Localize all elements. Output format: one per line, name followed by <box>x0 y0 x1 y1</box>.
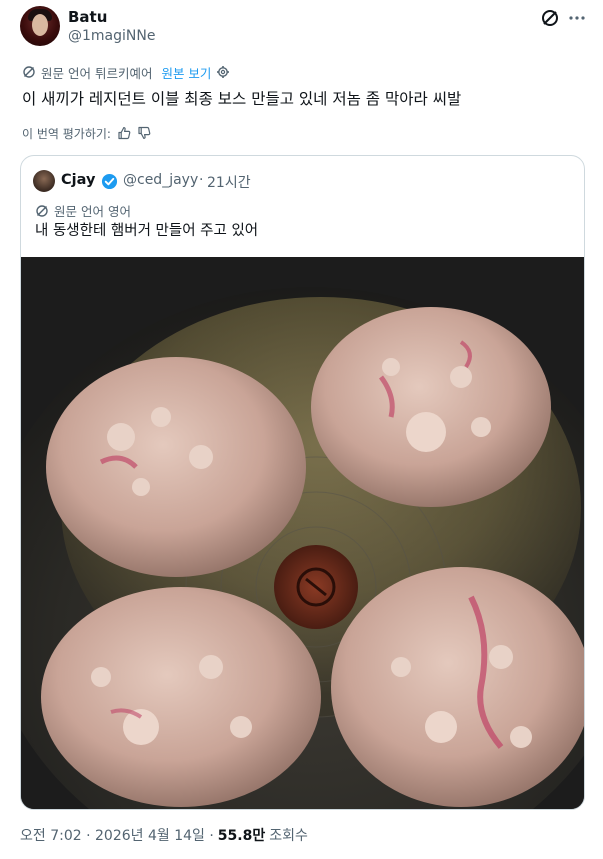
avatar[interactable] <box>20 6 60 46</box>
quote-timestamp[interactable]: 21시간 <box>207 172 251 192</box>
tweet-header: Batu @1magiNNe <box>20 6 585 50</box>
author-handle[interactable]: @1magiNNe <box>68 28 155 44</box>
settings-icon[interactable] <box>216 65 230 79</box>
quote-text: 내 동생한테 햄버거 만들어 주고 있어 <box>35 223 259 239</box>
quote-separator: · <box>199 172 204 188</box>
more-icon[interactable] <box>567 8 587 28</box>
view-count: 55.8만 <box>217 828 266 844</box>
quote-author-name[interactable]: Cjay <box>61 172 95 188</box>
quote-photo[interactable] <box>21 257 585 810</box>
translate-icon <box>23 66 35 78</box>
tweet-timestamp[interactable]: 오전 7:02 · 2026년 4월 14일 · <box>20 825 214 845</box>
translation-label: 원문 언어 튀르키예어 <box>41 65 153 81</box>
translation-row: 원문 언어 튀르키예어 원본 보기 <box>22 63 230 81</box>
quote-author-handle[interactable]: @ced_jayy <box>123 172 198 188</box>
quoted-tweet[interactable]: Cjay @ced_jayy · 21시간 원문 언어 영어 내 동생한테 햄버… <box>20 155 585 810</box>
patty <box>331 567 584 807</box>
grok-icon[interactable] <box>540 8 560 28</box>
author-name[interactable]: Batu <box>68 8 107 26</box>
patty <box>311 307 551 507</box>
verified-badge-icon <box>101 173 118 190</box>
rate-translation-label: 이 번역 평가하기: <box>22 126 111 141</box>
quote-translation-row: 원문 언어 영어 <box>35 201 131 220</box>
translate-icon <box>36 204 48 217</box>
view-count-label: 조회수 <box>269 828 308 844</box>
patty <box>41 587 321 807</box>
patty <box>46 357 306 577</box>
tweet-text: 이 새끼가 레지던트 이블 최종 보스 만들고 있네 저놈 좀 막아라 씨발 <box>22 90 462 108</box>
avatar-face <box>32 14 48 36</box>
thumbs-up-icon[interactable] <box>117 126 131 140</box>
quote-translation-label: 원문 언어 영어 <box>54 204 131 219</box>
tweet-footer: 오전 7:02 · 2026년 4월 14일 · 55.8만 조회수 <box>20 825 308 845</box>
rate-translation-row: 이 번역 평가하기: <box>22 124 151 142</box>
quote-avatar[interactable] <box>33 170 55 192</box>
show-original-link[interactable]: 원본 보기 <box>161 63 211 82</box>
thumbs-down-icon[interactable] <box>137 126 151 140</box>
